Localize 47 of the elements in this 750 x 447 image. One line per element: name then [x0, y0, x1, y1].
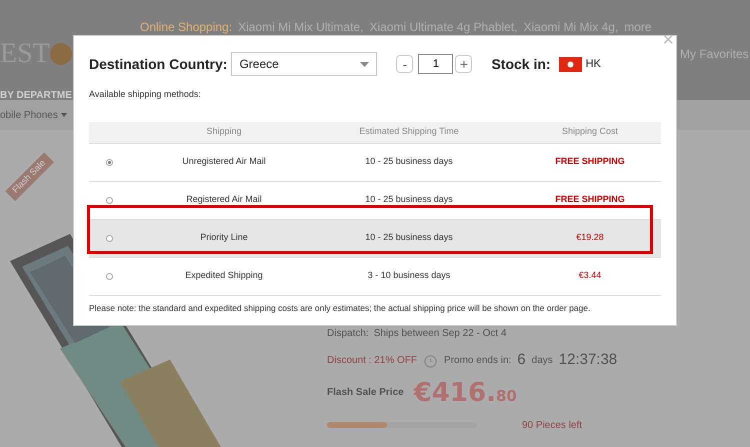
column-header: Shipping Cost [560, 125, 620, 138]
radio-button[interactable] [106, 272, 112, 280]
caret-icon [60, 113, 67, 117]
dispatch-date: Ships between Sep 22 - Oct 4 [374, 327, 507, 341]
table-cell-text: €3.44 [578, 269, 602, 282]
country-select[interactable]: Greece [231, 52, 378, 76]
column-header: Shipping [205, 125, 243, 138]
stock-label: Stock in: [491, 54, 551, 74]
countdown-time: 12:37:38 [558, 350, 618, 370]
radio-button[interactable] [106, 158, 112, 166]
dispatch-label: Dispatch: [327, 327, 369, 341]
shipping-method-row[interactable]: Expedited Shipping 3 - 10 business days €3.44 [89, 258, 661, 296]
decrease-button[interactable]: - [396, 55, 414, 73]
table-cell-text: Priority Line [199, 231, 249, 244]
department-label: BY DEPARTME [0, 89, 72, 103]
table-cell-text: €19.28 [575, 231, 605, 244]
table-cell-text: Expedited Shipping [184, 269, 264, 282]
table-cell-text: FREE SHIPPING [554, 155, 626, 168]
table-cell-text: 10 - 25 business days [364, 231, 454, 244]
flag-icon [558, 56, 582, 72]
table-cell-text: 3 - 10 business days [366, 269, 452, 282]
table-cell-text: 10 - 25 business days [364, 155, 454, 168]
days-unit: days [532, 354, 553, 368]
price-label: Flash Sale Price [327, 386, 404, 400]
radio-button[interactable] [106, 196, 112, 204]
shipping-note: Please note: the standard and expedited shipping costs are only estimates; the actual shipping price will be shown on the order page. [89, 302, 592, 314]
available-methods-label: Available shipping methods: [89, 88, 202, 101]
dropdown-caret-icon [360, 62, 370, 66]
online-shopping-label: Online Shopping: [140, 19, 232, 36]
increase-button[interactable]: + [455, 55, 472, 73]
badge-icon [50, 43, 72, 65]
quantity-field[interactable]: 1 [418, 54, 454, 74]
pieces-left: 90 Pieces left [522, 418, 582, 432]
discount-text: Discount : 21% OFF [327, 354, 418, 368]
column-header: Estimated Shipping Time [358, 125, 460, 138]
radio-button[interactable] [106, 234, 112, 242]
table-cell-text: Registered Air Mail [185, 193, 263, 206]
days-count: 6 [517, 350, 526, 370]
alarm-clock-icon [423, 352, 438, 368]
destination-label: Destination Country: [89, 54, 228, 74]
table-cell-text: Unregistered Air Mail [181, 155, 267, 168]
table-cell-text: FREE SHIPPING [554, 193, 626, 206]
sale-price: €416.80 [414, 380, 517, 406]
promo-label: Promo ends in: [444, 354, 512, 368]
stock-location: HK [586, 56, 601, 72]
table-cell-text: 10 - 25 business days [364, 193, 454, 206]
shipping-method-row[interactable]: Unregistered Air Mail 10 - 25 business days FREE SHIPPING [89, 144, 661, 182]
